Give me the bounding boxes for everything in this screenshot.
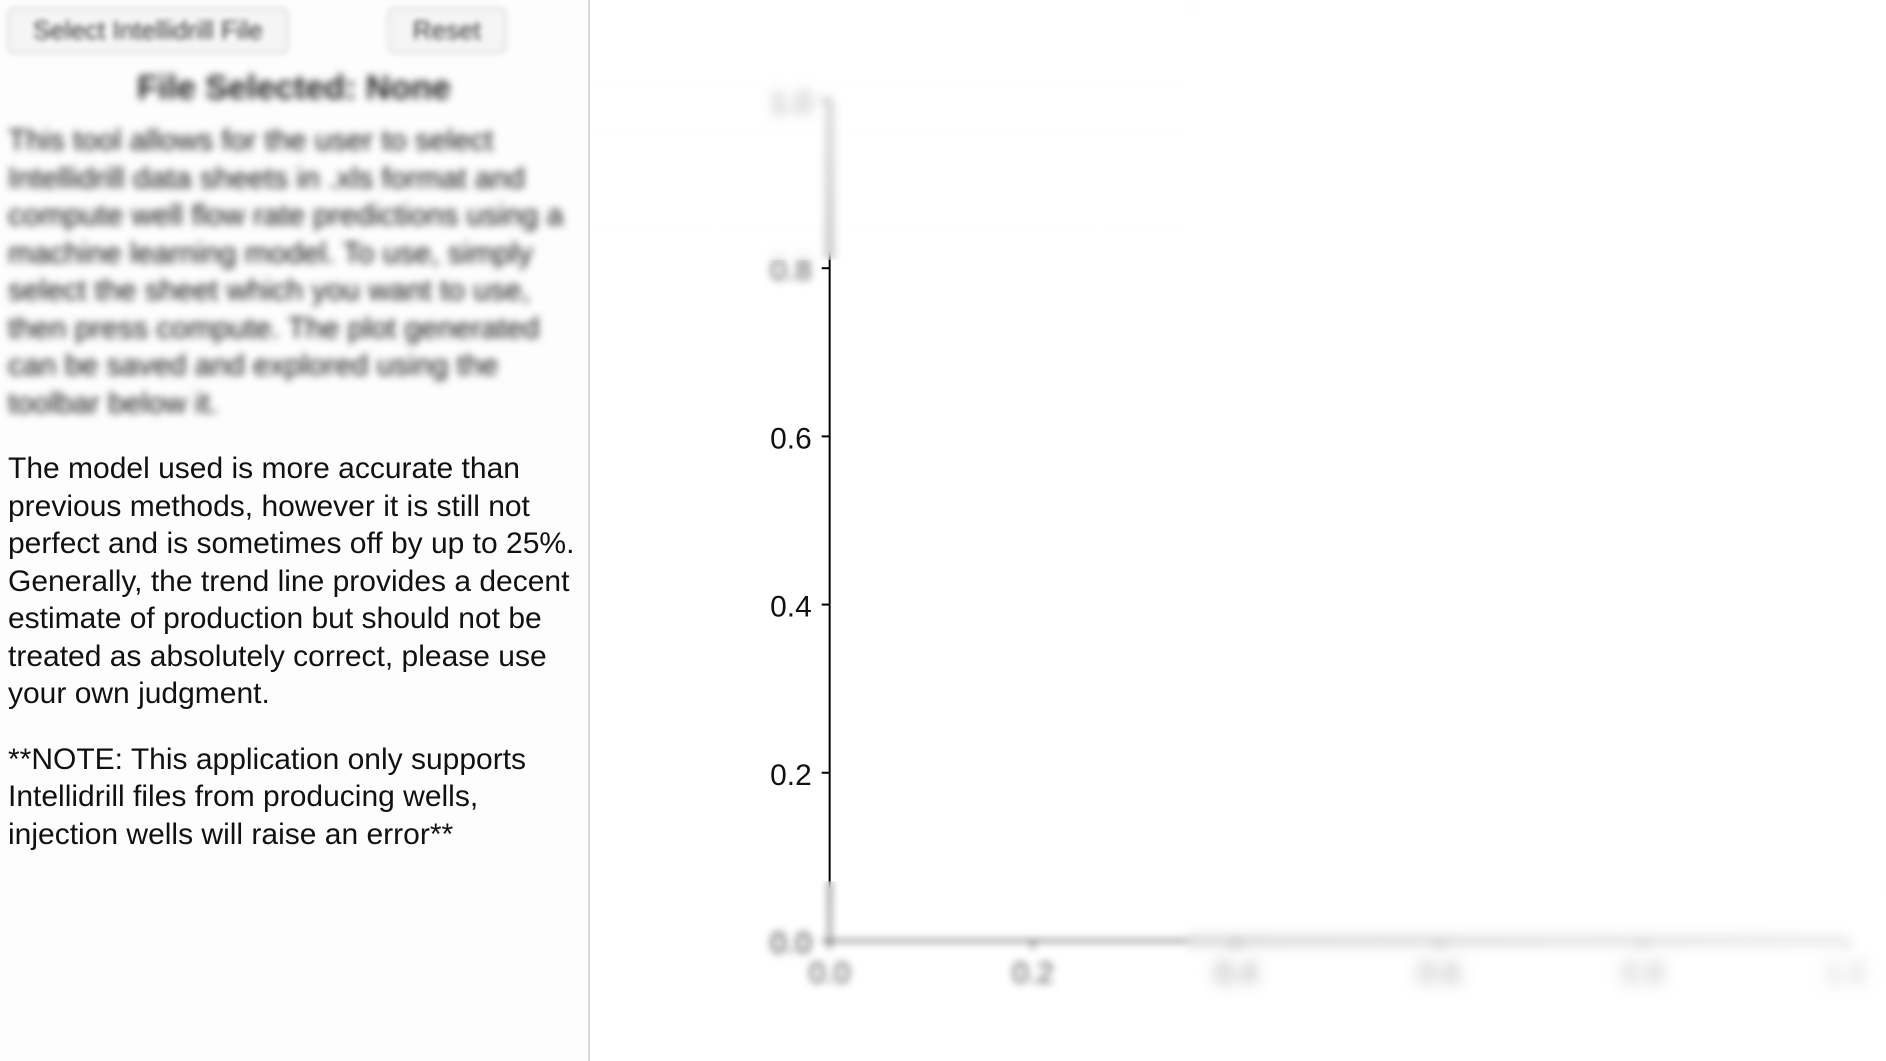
note-paragraph: **NOTE: This application only supports I… (8, 741, 580, 854)
reset-button[interactable]: Reset (388, 8, 506, 53)
x-tick-1: 0.2 (1012, 957, 1054, 990)
y-tick-5: 1.0 (770, 86, 812, 119)
plot-svg[interactable]: 0.0 0.2 0.4 0.6 0.8 1.0 0.0 (730, 60, 1866, 1001)
select-file-button[interactable]: Select Intellidrill File (8, 8, 288, 53)
x-tick-5: 1.0 (1825, 957, 1866, 990)
y-tick-4: 0.8 (770, 254, 812, 287)
sidebar: Select Intellidrill File Reset File Sele… (0, 0, 590, 1061)
y-tick-2: 0.4 (770, 591, 812, 624)
x-tick-2: 0.4 (1215, 957, 1257, 990)
intro-paragraph: This tool allows for the user to select … (8, 122, 580, 422)
accuracy-paragraph: The model used is more accurate than pre… (8, 450, 580, 713)
file-status-label: File Selected: None (8, 69, 580, 108)
main-plot-area: 0.0 0.2 0.4 0.6 0.8 1.0 0.0 (590, 0, 1886, 1061)
y-tick-3: 0.6 (770, 422, 812, 455)
x-ticks: 0.0 0.2 0.4 0.6 0.8 1.0 (809, 941, 1866, 990)
toolbar: Select Intellidrill File Reset (8, 4, 580, 63)
plot-frame[interactable]: 0.0 0.2 0.4 0.6 0.8 1.0 0.0 (730, 60, 1866, 1001)
x-tick-4: 0.8 (1622, 957, 1664, 990)
app-root: Select Intellidrill File Reset File Sele… (0, 0, 1886, 1061)
y-ticks: 0.0 0.2 0.4 0.6 0.8 1.0 (770, 86, 829, 960)
x-tick-3: 0.6 (1419, 957, 1461, 990)
x-tick-0: 0.0 (809, 957, 851, 990)
y-tick-0: 0.0 (770, 927, 812, 960)
y-tick-1: 0.2 (770, 759, 812, 792)
